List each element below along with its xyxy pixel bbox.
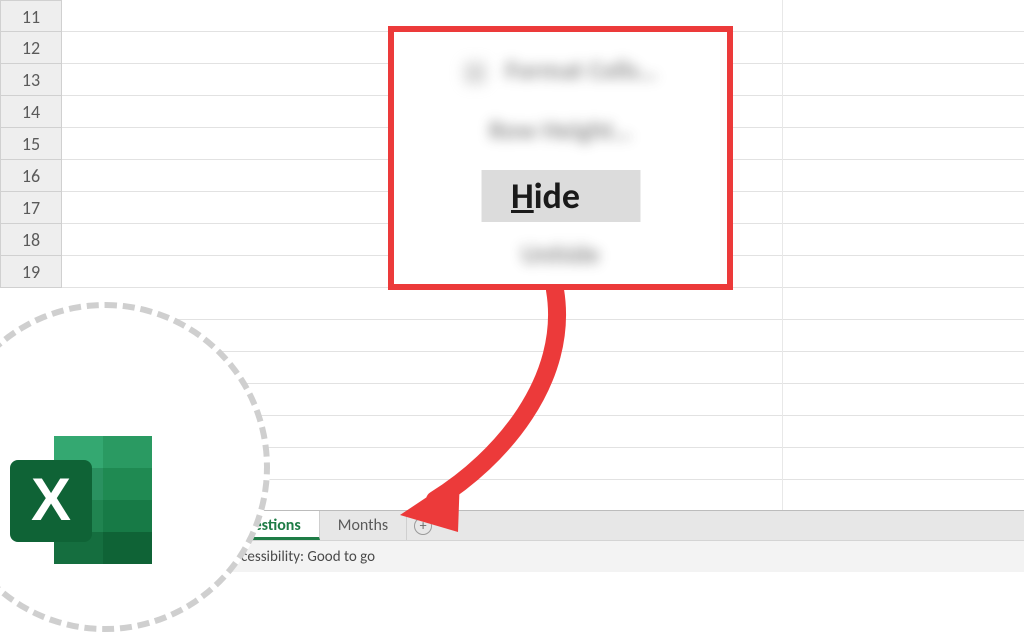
menu-item-label: Unhide xyxy=(521,238,599,270)
row-header[interactable]: 11 xyxy=(0,0,62,32)
sheet-tab-strip: Questions Months + xyxy=(216,510,1024,540)
row-header[interactable]: 19 xyxy=(0,256,62,288)
menu-item-label: Format Cells… xyxy=(505,54,657,86)
svg-text:X: X xyxy=(31,466,71,533)
menu-item-label: ide xyxy=(534,174,580,218)
format-cells-icon xyxy=(464,62,486,84)
menu-item-row-height[interactable]: Row Height… xyxy=(489,114,632,146)
row-header[interactable]: 13 xyxy=(0,64,62,96)
row-headers: 11 12 13 14 15 16 17 18 19 xyxy=(0,0,62,288)
callout-arrow-icon xyxy=(380,280,600,540)
context-menu-callout: Format Cells… Row Height… Hide Unhide xyxy=(388,26,733,290)
row-header[interactable]: 17 xyxy=(0,192,62,224)
excel-logo-badge: X xyxy=(0,302,270,632)
row-header[interactable]: 15 xyxy=(0,128,62,160)
menu-item-unhide[interactable]: Unhide xyxy=(521,238,599,270)
row-header[interactable]: 18 xyxy=(0,224,62,256)
menu-item-label-accel: H xyxy=(511,174,534,218)
menu-item-format-cells[interactable]: Format Cells… xyxy=(464,54,658,86)
menu-item-label: Row Height… xyxy=(489,114,632,146)
excel-logo-icon: X xyxy=(8,430,158,570)
row-header[interactable]: 16 xyxy=(0,160,62,192)
status-bar: Accessibility: Good to go xyxy=(216,540,1024,572)
menu-item-hide[interactable]: Hide xyxy=(481,170,640,222)
row-header[interactable]: 12 xyxy=(0,32,62,64)
row-header[interactable]: 14 xyxy=(0,96,62,128)
